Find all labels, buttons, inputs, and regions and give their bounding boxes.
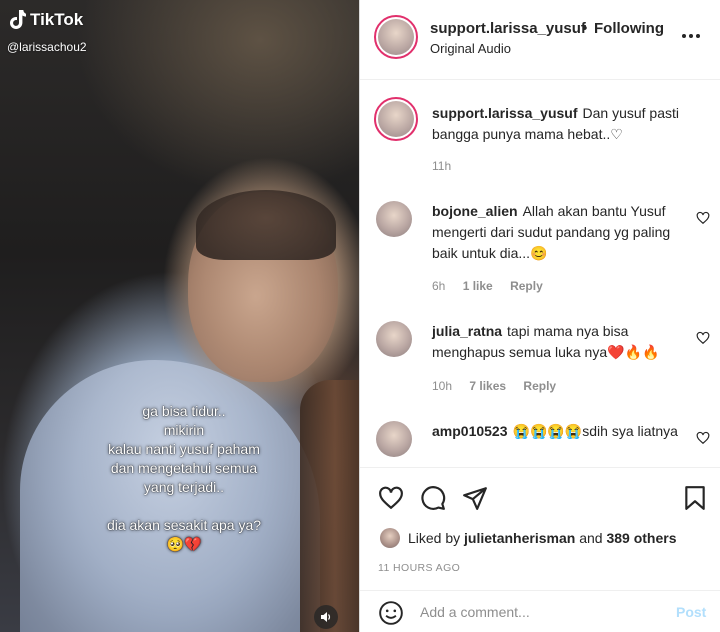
author-avatar[interactable] bbox=[374, 97, 418, 141]
caption-line: dia akan sesakit apa ya? bbox=[106, 517, 262, 533]
comment-text: julia_ratna tapi mama nya bisa menghapus … bbox=[432, 321, 690, 363]
heart-icon[interactable] bbox=[696, 331, 710, 345]
post-button[interactable]: Post bbox=[676, 604, 706, 620]
audio-link[interactable]: Original Audio bbox=[430, 41, 511, 56]
speaker-icon bbox=[321, 612, 331, 622]
comment-text: bojone_alien Allah akan bantu Yusuf menge… bbox=[432, 201, 690, 264]
tiktok-handle: @larissachou2 bbox=[7, 40, 87, 54]
more-options-icon[interactable] bbox=[682, 28, 704, 44]
likes-count[interactable]: 389 others bbox=[606, 530, 676, 546]
share-icon[interactable] bbox=[462, 485, 488, 511]
liker-username[interactable]: julietanherisman bbox=[464, 530, 575, 546]
post-actions bbox=[360, 467, 720, 529]
comment-username[interactable]: amp010523 bbox=[432, 423, 508, 439]
heart-icon[interactable] bbox=[696, 211, 710, 225]
emoji-icon[interactable] bbox=[378, 600, 404, 626]
caption-time[interactable]: 11h bbox=[432, 159, 451, 173]
comment-username[interactable]: julia_ratna bbox=[432, 323, 502, 339]
commenter-avatar[interactable] bbox=[376, 321, 412, 357]
tiktok-icon bbox=[10, 10, 26, 29]
caption-line: kalau nanti yusuf paham bbox=[108, 441, 260, 457]
comment-body: 😭😭😭😭sdih sya liatnya bbox=[512, 423, 678, 439]
tiktok-watermark: TikTok bbox=[8, 10, 83, 30]
comments-list[interactable]: support.larissa_yusuf Dan yusuf pasti ban… bbox=[360, 81, 720, 467]
caption-line: ga bisa tidur.. bbox=[142, 403, 226, 419]
comment-meta: 10h 7 likes Reply bbox=[432, 379, 570, 393]
video-frame-hair bbox=[196, 190, 336, 260]
comment-likes[interactable]: 1 like bbox=[463, 279, 493, 293]
heart-icon[interactable] bbox=[378, 485, 404, 511]
post-panel: support.larissa_yusuf • Following Origin… bbox=[360, 0, 720, 632]
comment-meta: 6h 1 like Reply bbox=[432, 279, 557, 293]
caption-line: 🥺💔 bbox=[166, 536, 202, 552]
reply-button[interactable]: Reply bbox=[523, 379, 556, 393]
caption-gap bbox=[64, 497, 304, 516]
comment-icon[interactable] bbox=[420, 485, 446, 511]
comment-username[interactable]: bojone_alien bbox=[432, 203, 518, 219]
tiktok-brand-label: TikTok bbox=[30, 10, 84, 29]
liker-avatar[interactable] bbox=[380, 528, 400, 548]
comment-time[interactable]: 10h bbox=[432, 379, 452, 393]
bookmark-icon[interactable] bbox=[682, 485, 708, 511]
comment-likes[interactable]: 7 likes bbox=[469, 379, 506, 393]
caption-username[interactable]: support.larissa_yusuf bbox=[432, 105, 578, 121]
add-comment-bar: Add a comment... Post bbox=[360, 590, 720, 632]
video-caption: ga bisa tidur.. mikirin kalau nanti yusu… bbox=[64, 402, 304, 554]
liked-by-and: and bbox=[579, 530, 603, 546]
volume-button[interactable] bbox=[314, 605, 338, 629]
reply-button[interactable]: Reply bbox=[510, 279, 543, 293]
liked-by: Liked by julietanherisman and 389 others bbox=[380, 528, 677, 548]
caption-text: support.larissa_yusuf Dan yusuf pasti ban… bbox=[432, 103, 690, 145]
comment-time[interactable]: 6h bbox=[432, 279, 445, 293]
header-separator: • bbox=[582, 20, 588, 37]
caption-line: yang terjadi.. bbox=[143, 479, 225, 495]
video-frame-seat bbox=[300, 380, 360, 632]
commenter-avatar[interactable] bbox=[376, 201, 412, 237]
heart-icon[interactable] bbox=[696, 431, 710, 445]
author-username[interactable]: support.larissa_yusuf bbox=[430, 20, 586, 37]
post-header: support.larissa_yusuf • Following Origin… bbox=[360, 0, 720, 80]
commenter-avatar[interactable] bbox=[376, 421, 412, 457]
caption-meta: 11h bbox=[432, 159, 465, 173]
caption-line: mikirin bbox=[163, 422, 205, 438]
comment-text: amp010523 😭😭😭😭sdih sya liatnya bbox=[432, 421, 690, 442]
liked-by-prefix: Liked by bbox=[408, 530, 461, 546]
caption-line: dan mengetahui semua bbox=[110, 460, 258, 476]
post-timestamp[interactable]: 11 HOURS AGO bbox=[378, 562, 460, 574]
author-avatar[interactable] bbox=[374, 15, 418, 59]
following-button[interactable]: Following bbox=[594, 20, 664, 37]
video-player[interactable]: TikTok @larissachou2 ga bisa tidur.. mik… bbox=[0, 0, 360, 632]
comment-input[interactable]: Add a comment... bbox=[420, 604, 530, 620]
